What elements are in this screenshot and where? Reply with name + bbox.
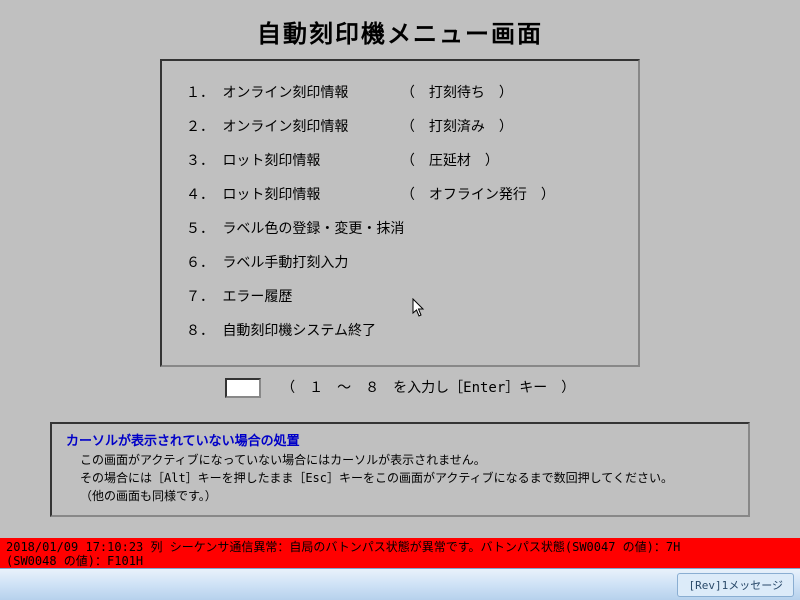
menu-item-number: ６． <box>186 252 214 272</box>
taskbar: [Rev]1メッセージ <box>0 568 800 600</box>
menu-item-5[interactable]: ５． ラベル色の登録・変更・抹消 <box>184 211 616 245</box>
menu-item-label: エラー履歴 <box>222 286 382 306</box>
menu-item-label: オンライン刻印情報 <box>222 82 382 102</box>
menu-item-2[interactable]: ２． オンライン刻印情報 （ 打刻済み ） <box>184 109 616 143</box>
input-hint: （ １ ～ ８ を入力し［Enter］キー ） <box>281 380 575 396</box>
input-row: （ １ ～ ８ を入力し［Enter］キー ） <box>160 377 640 398</box>
menu-item-8[interactable]: ８． 自動刻印機システム終了 <box>184 313 616 347</box>
menu-panel: １． オンライン刻印情報 （ 打刻待ち ） ２． オンライン刻印情報 （ 打刻済… <box>160 59 640 367</box>
menu-item-number: ７． <box>186 286 214 306</box>
help-title: カーソルが表示されていない場合の処置 <box>66 430 734 449</box>
menu-item-label: ラベル色の登録・変更・抹消 <box>222 218 404 238</box>
menu-item-note: （ オフライン発行 ） <box>401 184 555 204</box>
menu-item-7[interactable]: ７． エラー履歴 <box>184 279 616 313</box>
alarm-text: (SW0048 の値)：F101H <box>6 554 794 568</box>
menu-item-label: ラベル手動打刻入力 <box>222 252 382 272</box>
alarm-bar: 2018/01/09 17:10:23 列 シーケンサ通信異常：自局のバトンパス… <box>0 538 800 568</box>
help-line: （他の画面も同様です。） <box>66 487 734 505</box>
menu-item-number: ２． <box>186 116 214 136</box>
menu-item-number: ５． <box>186 218 214 238</box>
menu-item-note: （ 打刻待ち ） <box>401 82 513 102</box>
menu-item-number: ８． <box>186 320 214 340</box>
menu-item-4[interactable]: ４． ロット刻印情報 （ オフライン発行 ） <box>184 177 616 211</box>
menu-item-6[interactable]: ６． ラベル手動打刻入力 <box>184 245 616 279</box>
menu-item-label: オンライン刻印情報 <box>222 116 382 136</box>
menu-item-note: （ 圧延材 ） <box>401 150 499 170</box>
menu-item-label: ロット刻印情報 <box>222 184 382 204</box>
menu-item-label: 自動刻印機システム終了 <box>222 320 382 340</box>
menu-item-3[interactable]: ３． ロット刻印情報 （ 圧延材 ） <box>184 143 616 177</box>
menu-item-number: ４． <box>186 184 214 204</box>
taskbar-item[interactable]: [Rev]1メッセージ <box>677 573 794 597</box>
menu-number-input[interactable] <box>225 378 261 398</box>
menu-item-note: （ 打刻済み ） <box>401 116 513 136</box>
menu-item-number: １． <box>186 82 214 102</box>
menu-item-1[interactable]: １． オンライン刻印情報 （ 打刻待ち ） <box>184 75 616 109</box>
help-line: この画面がアクティブになっていない場合にはカーソルが表示されません。 <box>66 451 734 469</box>
menu-item-number: ３． <box>186 150 214 170</box>
help-line: その場合には［Alt］キーを押したまま［Esc］キーをこの画面がアクティブになる… <box>66 469 734 487</box>
page-title: 自動刻印機メニュー画面 <box>0 0 800 59</box>
alarm-text: 2018/01/09 17:10:23 列 シーケンサ通信異常：自局のバトンパス… <box>6 540 794 554</box>
menu-item-label: ロット刻印情報 <box>222 150 382 170</box>
help-panel: カーソルが表示されていない場合の処置 この画面がアクティブになっていない場合には… <box>50 422 750 517</box>
